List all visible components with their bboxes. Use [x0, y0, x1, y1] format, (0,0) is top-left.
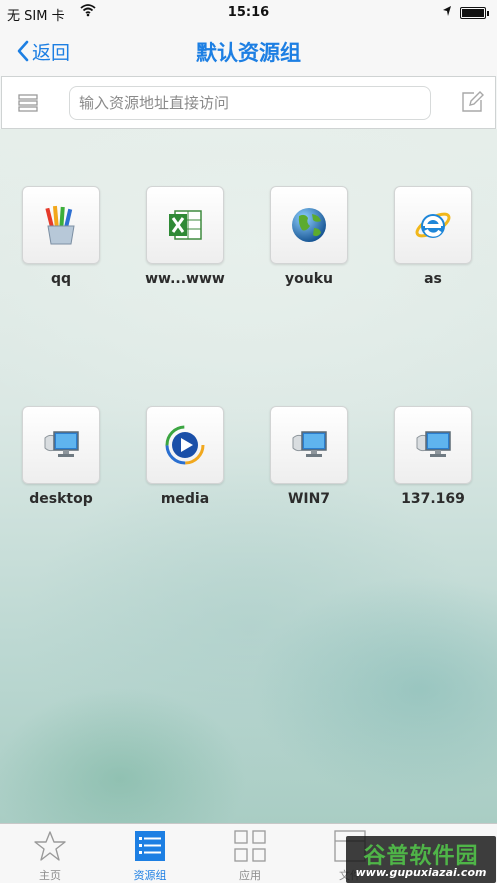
resource-label: youku [285, 271, 333, 287]
tab-home[interactable]: 主页 [0, 824, 100, 883]
resource-tile-frame [22, 406, 100, 484]
watermark: 谷普软件园 www.gupuxiazai.com [346, 836, 496, 883]
resource-tile[interactable]: ww...www [140, 186, 230, 287]
address-bar [1, 76, 496, 129]
chevron-left-icon [17, 40, 29, 62]
resource-label: WIN7 [287, 491, 331, 507]
location-arrow-icon [442, 5, 452, 20]
resource-label: media [160, 491, 210, 507]
globe-icon [292, 208, 326, 242]
resource-grid: qq ww...www youku as desktop media WIN7 … [0, 129, 497, 823]
battery-icon [460, 7, 489, 19]
star-icon [34, 830, 66, 866]
resource-label: desktop [29, 491, 93, 507]
resource-tile[interactable]: 137.169 [388, 406, 478, 507]
resource-label: qq [50, 271, 72, 287]
resource-label: ww...www [145, 271, 225, 287]
tab-resource-group[interactable]: 资源组 [100, 824, 200, 883]
list-icon [134, 830, 166, 866]
media-player-icon [165, 425, 205, 465]
status-bar: 无 SIM 卡 15:16 [0, 0, 497, 26]
resource-tile-frame [270, 406, 348, 484]
resource-tile[interactable]: WIN7 [264, 406, 354, 507]
page-title: 默认资源组 [196, 41, 301, 65]
resource-tile-frame [270, 186, 348, 264]
tab-label: 应用 [239, 869, 261, 882]
resource-tile-frame [22, 186, 100, 264]
remote-desktop-icon [292, 431, 327, 457]
resource-tile[interactable]: qq [16, 186, 106, 287]
clock: 15:16 [227, 5, 270, 20]
resource-label: 137.169 [401, 491, 465, 507]
resource-tile-frame [394, 406, 472, 484]
excel-icon [169, 210, 202, 240]
back-button[interactable]: 返回 [16, 36, 70, 66]
remote-desktop-icon [44, 431, 79, 457]
navigation-bar: 返回 默认资源组 [0, 26, 497, 76]
resource-tile-frame [146, 186, 224, 264]
grid-icon [234, 830, 266, 866]
battery-fill [462, 9, 484, 17]
internet-explorer-icon [415, 212, 451, 238]
address-input[interactable] [69, 86, 431, 120]
tab-apps[interactable]: 应用 [200, 824, 300, 883]
resource-tile-frame [146, 406, 224, 484]
edit-icon[interactable] [460, 90, 484, 118]
resource-tile[interactable]: desktop [16, 406, 106, 507]
back-label: 返回 [32, 41, 71, 64]
resource-tile[interactable]: as [388, 186, 478, 287]
resource-label: as [424, 271, 442, 287]
watermark-url: www.gupuxiazai.com [355, 866, 487, 879]
resource-tile[interactable]: media [140, 406, 230, 507]
resource-tile-frame [394, 186, 472, 264]
resource-tile[interactable]: youku [264, 186, 354, 287]
remote-desktop-icon [416, 431, 451, 457]
list-view-icon[interactable] [18, 93, 38, 117]
tab-label: 主页 [39, 869, 61, 882]
tab-label: 资源组 [133, 869, 167, 882]
paint-brushes-icon [45, 205, 75, 245]
